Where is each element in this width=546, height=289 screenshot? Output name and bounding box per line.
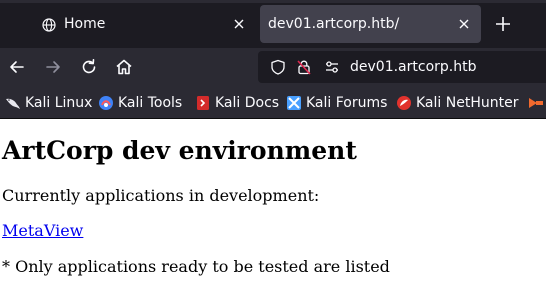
page-content: ArtCorp dev environment Currently applic… <box>0 120 546 289</box>
tab-dev01[interactable]: dev01.artcorp.htb/ <box>260 5 481 43</box>
close-tab-icon[interactable] <box>456 16 472 32</box>
metaview-link[interactable]: MetaView <box>2 221 83 240</box>
reload-icon <box>82 59 96 74</box>
bookmark-kali-docs[interactable]: Kali Docs <box>195 93 279 113</box>
reload-button[interactable] <box>78 56 100 78</box>
page-heading: ArtCorp dev environment <box>2 136 357 165</box>
new-tab-button[interactable] <box>492 13 514 35</box>
kali-docs-icon <box>195 95 211 111</box>
insecure-lock-icon[interactable] <box>296 59 312 75</box>
forward-button[interactable] <box>42 56 64 78</box>
bookmark-kali-tools[interactable]: Kali Tools <box>98 93 182 113</box>
arrow-right-icon <box>46 61 60 73</box>
back-button[interactable] <box>6 56 28 78</box>
tab-strip-edge <box>0 5 8 43</box>
tab-home-label: Home <box>64 16 106 32</box>
bookmarks-toolbar: Kali Linux Kali Tools Kali Docs Kali For… <box>0 86 546 119</box>
bookmark-overflow[interactable] <box>527 93 546 113</box>
home-button[interactable] <box>113 56 135 78</box>
bookmark-label: Kali Linux <box>25 95 93 111</box>
kali-forums-icon <box>286 95 302 111</box>
home-icon <box>116 59 132 75</box>
kali-tools-icon <box>98 95 114 111</box>
bookmark-label: Kali Forums <box>306 95 388 111</box>
kali-dragon-icon <box>5 95 21 111</box>
tab-strip-top-border <box>0 0 546 3</box>
permissions-icon[interactable] <box>324 59 340 75</box>
close-tab-icon[interactable] <box>231 16 247 32</box>
tab-home[interactable]: Home <box>28 5 254 43</box>
intro-text: Currently applications in development: <box>2 186 320 205</box>
note-text: * Only applications ready to be tested a… <box>2 257 390 276</box>
nethunter-icon <box>396 95 412 111</box>
tab-dev01-label: dev01.artcorp.htb/ <box>268 16 400 32</box>
url-bar[interactable]: dev01.artcorp.htb <box>258 51 546 83</box>
shield-icon[interactable] <box>270 59 286 75</box>
arrow-left-icon <box>10 61 24 73</box>
navigation-toolbar: dev01.artcorp.htb <box>0 48 546 86</box>
bookmark-label: Kali Docs <box>215 95 280 111</box>
bookmark-kali-forums[interactable]: Kali Forums <box>286 93 387 113</box>
bookmark-partial-icon <box>527 95 543 111</box>
globe-icon <box>42 17 56 32</box>
bookmark-kali-nethunter[interactable]: Kali NetHunter <box>396 93 518 113</box>
bookmark-kali-linux[interactable]: Kali Linux <box>5 93 92 113</box>
url-text[interactable]: dev01.artcorp.htb <box>350 59 476 75</box>
tab-strip: Home dev01.artcorp.htb/ <box>0 0 546 48</box>
bookmark-label: Kali NetHunter <box>416 95 519 111</box>
bookmark-label: Kali Tools <box>118 95 183 111</box>
